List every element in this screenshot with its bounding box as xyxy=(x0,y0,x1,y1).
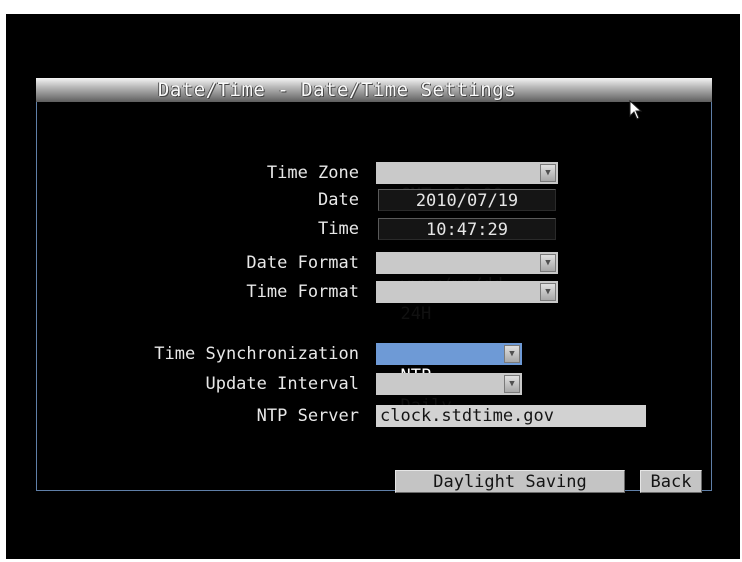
mouse-pointer-icon xyxy=(629,99,643,120)
time-format-value: 24H xyxy=(400,304,432,324)
chevron-down-icon[interactable]: ▼ xyxy=(540,164,556,182)
chevron-down-icon[interactable]: ▼ xyxy=(540,283,556,301)
time-field[interactable]: 10:47:29 xyxy=(378,218,556,240)
settings-dialog xyxy=(36,78,712,491)
date-format-label: Date Format xyxy=(246,253,359,273)
time-zone-select[interactable]: GMT +08:00 ▼ xyxy=(376,162,558,205)
time-sync-label: Time Synchronization xyxy=(154,344,359,364)
dialog-title: Date/Time - Date/Time Settings xyxy=(157,79,517,101)
chevron-down-icon[interactable]: ▼ xyxy=(540,254,556,272)
ntp-server-input[interactable]: clock.stdtime.gov xyxy=(376,405,646,427)
update-interval-label: Update Interval xyxy=(205,374,359,394)
daylight-saving-button[interactable]: Daylight Saving xyxy=(395,470,625,493)
update-interval-select[interactable]: Daily ▼ xyxy=(376,373,522,416)
title-bar: Date/Time - Date/Time Settings xyxy=(36,78,712,102)
date-format-select[interactable]: yyyy/mm/dd ▼ xyxy=(376,252,558,295)
time-format-select[interactable]: 24H ▼ xyxy=(376,281,558,324)
chevron-down-icon[interactable]: ▼ xyxy=(504,375,520,393)
time-label: Time xyxy=(318,219,359,239)
back-button[interactable]: Back xyxy=(640,470,702,493)
time-zone-label: Time Zone xyxy=(266,163,359,183)
time-format-label: Time Format xyxy=(246,282,359,302)
time-sync-select[interactable]: NTP ▼ xyxy=(376,343,522,386)
date-label: Date xyxy=(318,190,359,210)
date-field[interactable]: 2010/07/19 xyxy=(378,189,556,211)
chevron-down-icon[interactable]: ▼ xyxy=(504,345,520,363)
ntp-server-label: NTP Server xyxy=(256,406,359,426)
